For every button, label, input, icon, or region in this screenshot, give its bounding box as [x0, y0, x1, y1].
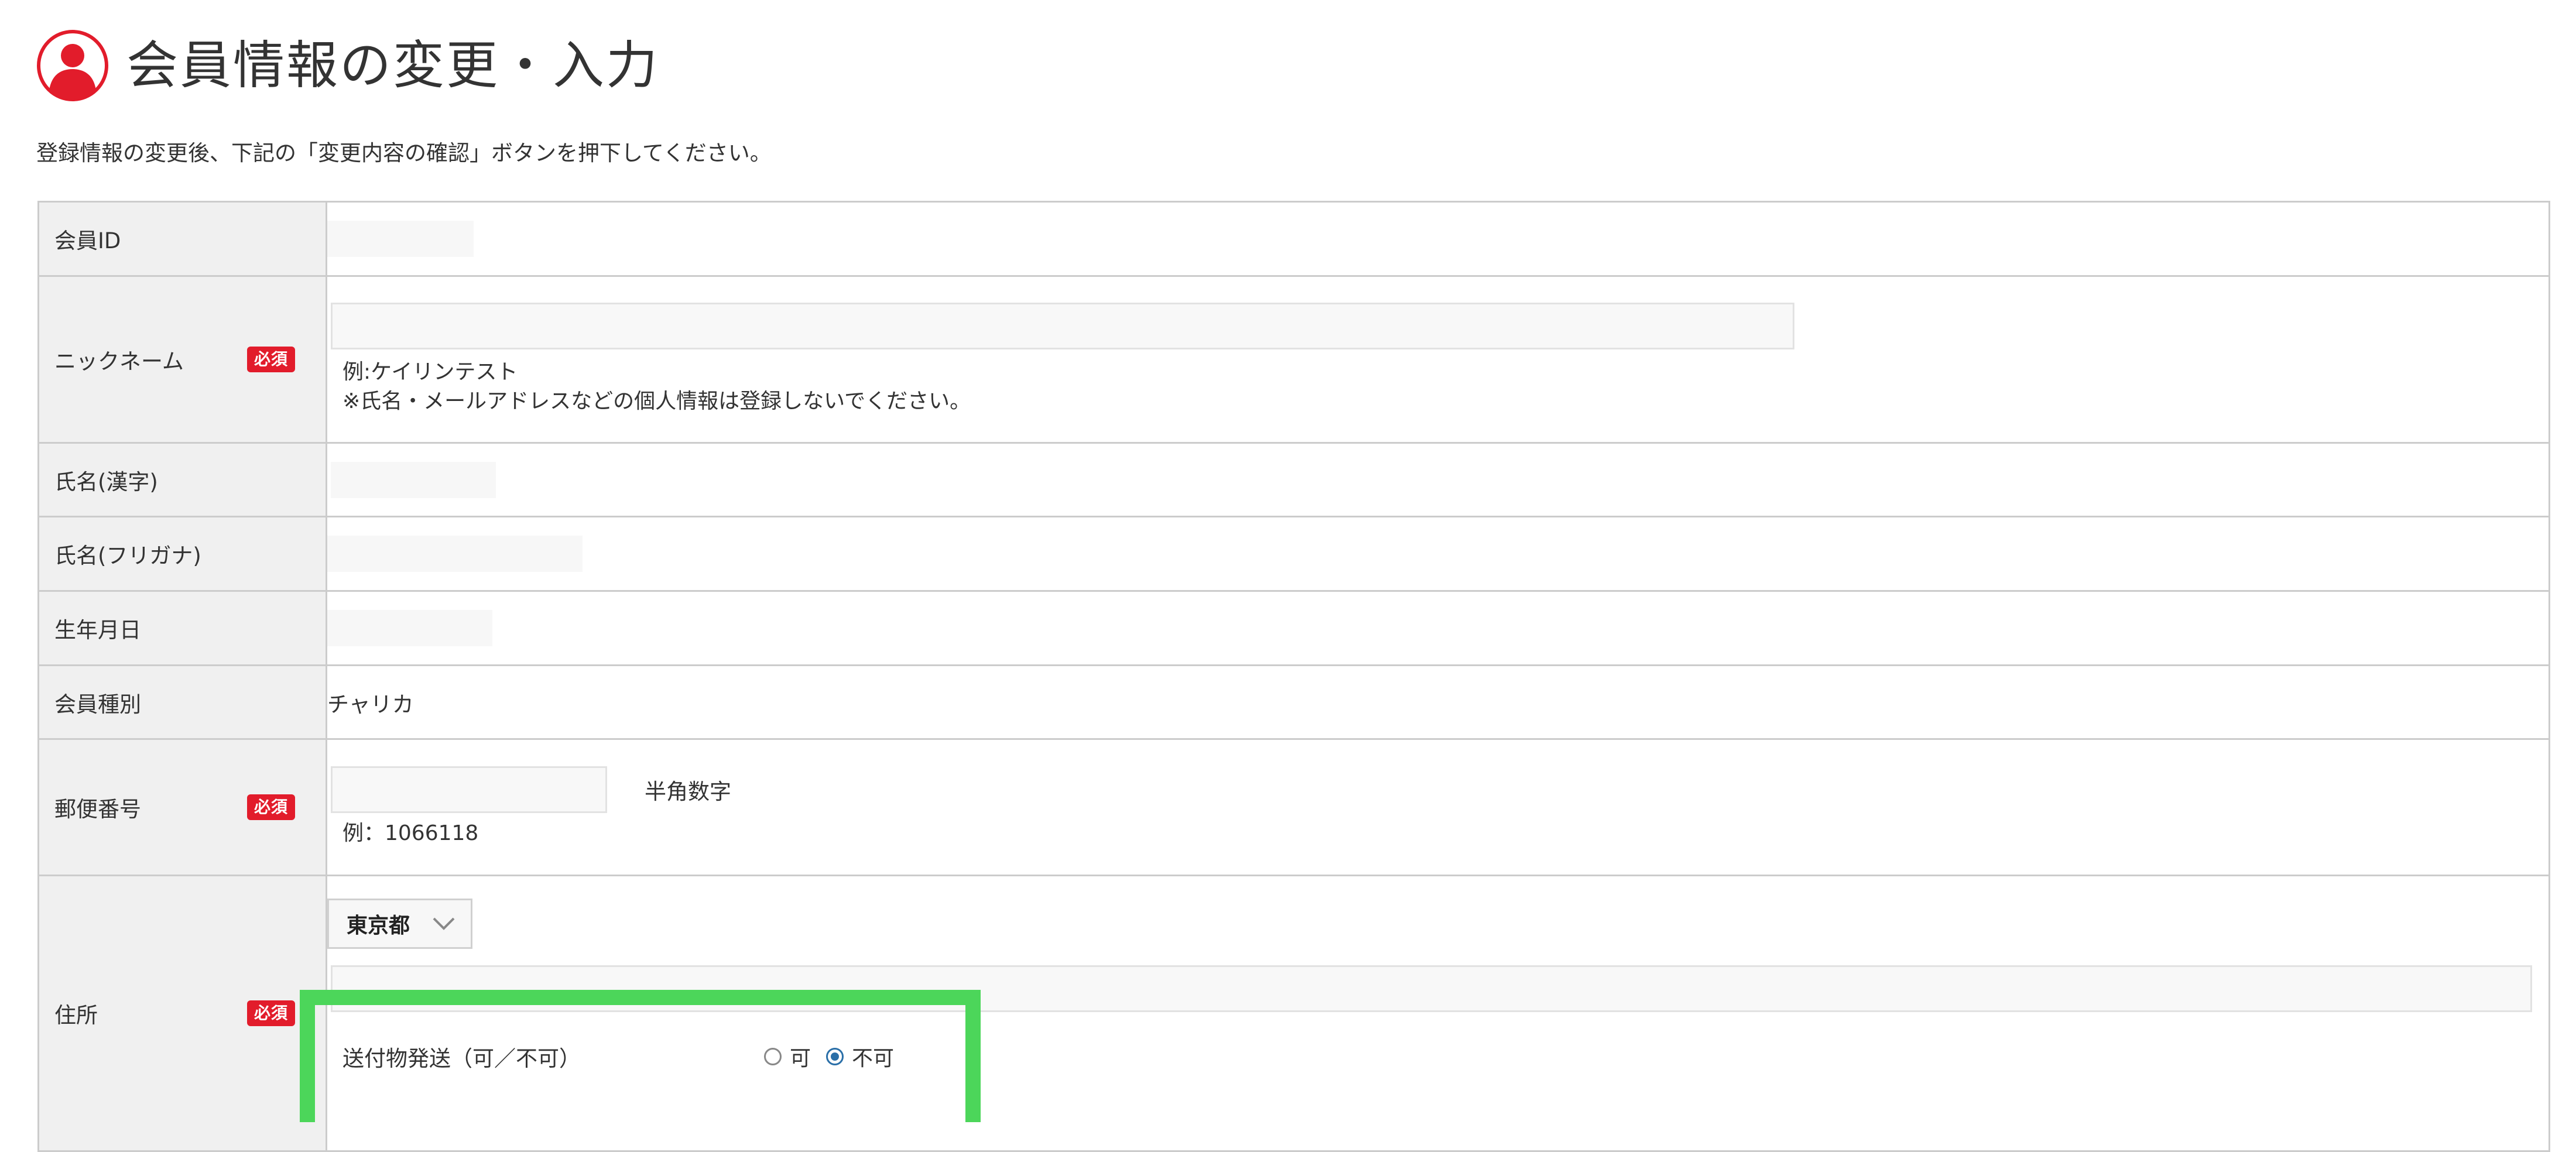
table-row-member-type: 会員種別 チャリカ	[37, 664, 2550, 740]
nickname-value-cell: 例:ケイリンテスト ※氏名・メールアドレスなどの個人情報は登録しないでください。	[326, 275, 2550, 444]
name-kana-value	[327, 536, 583, 572]
page-header: 会員情報の変更・入力	[36, 29, 659, 102]
label-cell: 会員ID	[37, 201, 327, 277]
member-type-label: 会員種別	[54, 691, 141, 717]
radio-shipping-no-label[interactable]: 不可	[852, 1041, 894, 1072]
name-kana-value-cell	[326, 516, 2550, 592]
table-row-birthdate: 生年月日	[37, 590, 2550, 666]
name-kanji-label: 氏名(漢字)	[54, 469, 158, 495]
label-cell: 生年月日	[37, 590, 327, 666]
member-form-table: 会員ID ニックネーム 必須 例:ケイリンテスト ※氏名・メールアドレスなどの個…	[37, 201, 2550, 1152]
nickname-example: 例:ケイリンテスト	[342, 360, 518, 384]
prefecture-select-value: 東京都	[347, 914, 410, 938]
birthdate-label: 生年月日	[54, 618, 141, 643]
postal-code-value-cell: 半角数字 例：1066118	[326, 738, 2550, 876]
table-row-address: 住所 必須 東京都 送付物発送（可／不可） 可 不可	[37, 875, 2550, 1152]
nickname-note: ※氏名・メールアドレスなどの個人情報は登録しないでください。	[342, 389, 971, 413]
radio-shipping-no[interactable]	[826, 1048, 844, 1065]
intro-text: 登録情報の変更後、下記の「変更内容の確認」ボタンを押下してください。	[36, 140, 772, 166]
label-cell: 会員種別	[37, 664, 327, 740]
name-kanji-value	[331, 461, 496, 498]
postal-code-input[interactable]	[331, 766, 607, 813]
label-cell: 郵便番号 必須	[37, 738, 327, 876]
page-title: 会員情報の変更・入力	[126, 35, 660, 95]
label-cell: ニックネーム 必須	[37, 275, 327, 444]
label-cell: 住所 必須	[37, 875, 327, 1152]
table-row-nickname: ニックネーム 必須 例:ケイリンテスト ※氏名・メールアドレスなどの個人情報は登…	[37, 275, 2550, 444]
address-label: 住所	[54, 1003, 98, 1028]
table-row-name-kanji: 氏名(漢字)	[37, 442, 2550, 517]
member-type-value-cell: チャリカ	[326, 664, 2550, 740]
postal-code-hint: 半角数字	[645, 779, 731, 804]
required-badge: 必須	[246, 347, 295, 372]
address-value-cell: 東京都 送付物発送（可／不可） 可 不可	[326, 875, 2550, 1152]
required-badge: 必須	[246, 794, 295, 820]
required-badge: 必須	[246, 1000, 295, 1026]
postal-code-label: 郵便番号	[54, 797, 141, 822]
member-id-value	[327, 221, 474, 257]
nickname-label: ニックネーム	[54, 349, 184, 374]
table-row-member-id: 会員ID	[37, 201, 2550, 277]
user-icon	[37, 30, 108, 101]
shipping-option-row: 送付物発送（可／不可） 可 不可	[327, 1033, 2548, 1080]
table-row-name-kana: 氏名(フリガナ)	[37, 516, 2550, 592]
birthdate-value	[327, 610, 492, 646]
label-cell: 氏名(漢字)	[37, 442, 327, 517]
radio-shipping-yes-label[interactable]: 可	[790, 1041, 811, 1072]
name-kana-label: 氏名(フリガナ)	[54, 543, 201, 568]
name-kanji-value-cell	[326, 442, 2550, 517]
member-id-value-cell	[326, 201, 2550, 277]
postal-code-example: 例：1066118	[342, 821, 479, 845]
street-address-input[interactable]	[331, 965, 2532, 1012]
radio-shipping-yes[interactable]	[764, 1048, 782, 1065]
prefecture-select[interactable]: 東京都	[327, 899, 472, 949]
member-type-value: チャリカ	[327, 691, 414, 717]
nickname-input[interactable]	[331, 303, 1794, 349]
label-cell: 氏名(フリガナ)	[37, 516, 327, 592]
table-row-postal-code: 郵便番号 必須 半角数字 例：1066118	[37, 738, 2550, 876]
birthdate-value-cell	[326, 590, 2550, 666]
chevron-down-icon	[433, 917, 455, 930]
shipping-label: 送付物発送（可／不可）	[342, 1046, 581, 1071]
shipping-radio-group: 可 不可	[764, 1041, 909, 1072]
member-id-label: 会員ID	[54, 228, 121, 253]
